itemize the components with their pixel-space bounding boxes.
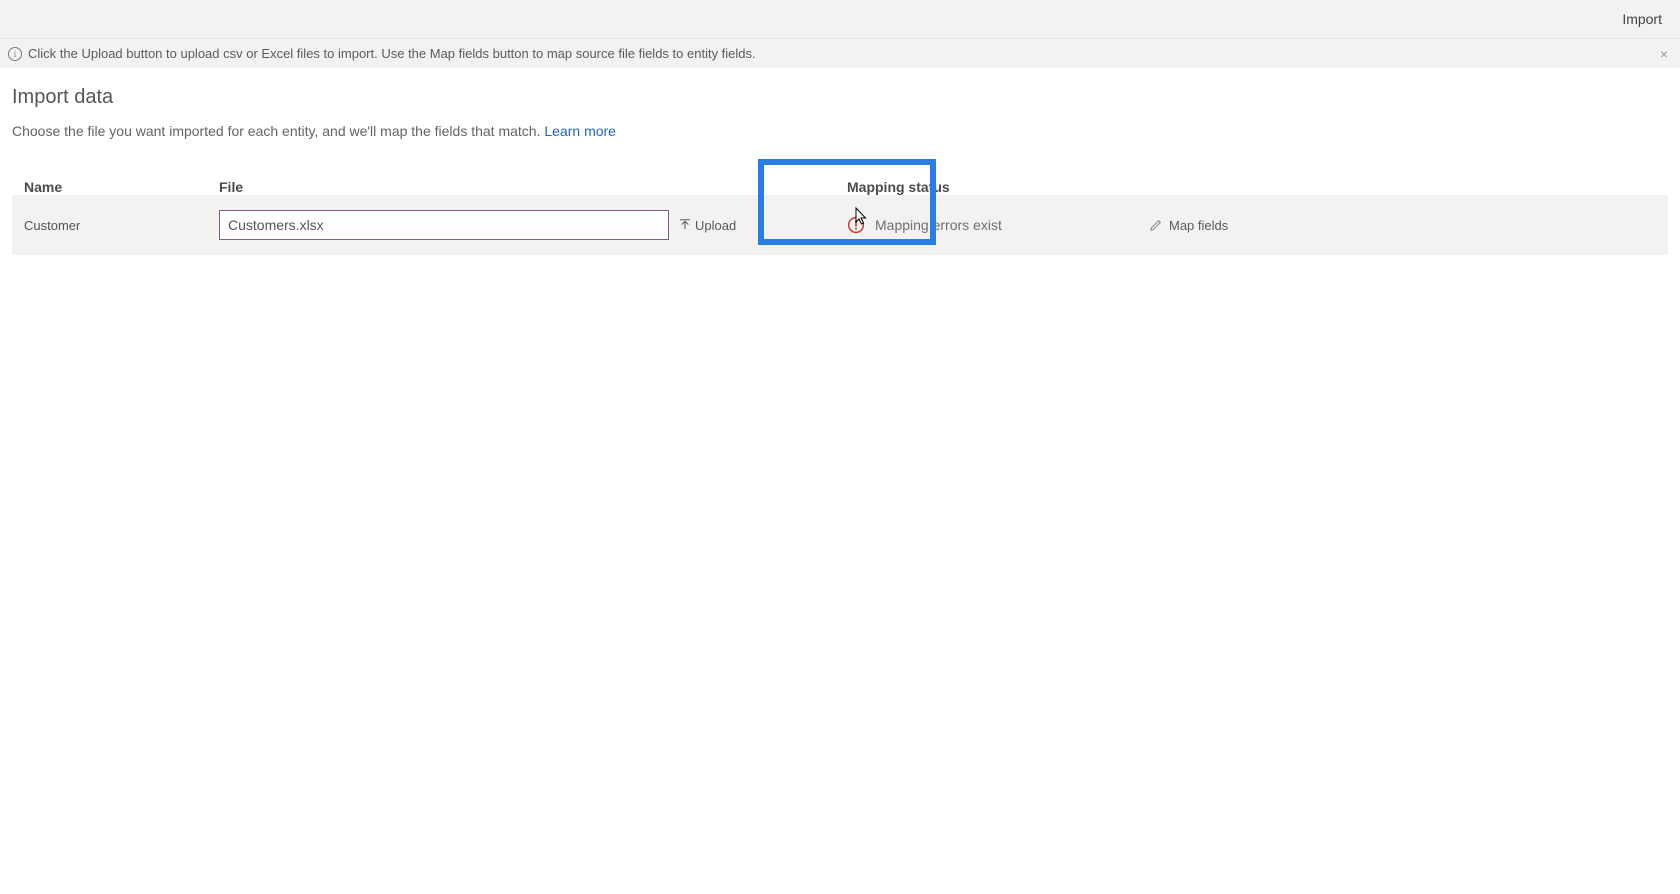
file-input[interactable]: [219, 210, 669, 240]
map-fields-label: Map fields: [1169, 218, 1228, 233]
col-status: Mapping status: [829, 179, 1119, 195]
page-lead: Choose the file you want imported for ea…: [12, 123, 1668, 139]
upload-button[interactable]: Upload: [679, 218, 829, 233]
mapping-status-text: Mapping errors exist: [875, 217, 1002, 233]
info-banner: i Click the Upload button to upload csv …: [0, 38, 1680, 68]
command-bar: Import: [0, 0, 1680, 38]
edit-icon: [1149, 218, 1163, 232]
entity-grid: Name File Mapping status Customer Upload: [12, 173, 1668, 255]
info-icon: i: [8, 47, 22, 61]
learn-more-link[interactable]: Learn more: [544, 123, 616, 139]
info-banner-text: Click the Upload button to upload csv or…: [28, 46, 756, 61]
entity-name: Customer: [24, 218, 219, 233]
import-command[interactable]: Import: [1622, 11, 1662, 27]
grid-body: Customer Upload: [12, 195, 1668, 255]
map-fields-button[interactable]: Map fields: [1149, 218, 1349, 233]
page-title: Import data: [12, 86, 1668, 109]
col-name: Name: [24, 179, 219, 195]
col-file: File: [219, 179, 749, 195]
grid-header: Name File Mapping status: [12, 173, 1668, 197]
page-content: Import data Choose the file you want imp…: [0, 68, 1680, 255]
close-icon[interactable]: ×: [1660, 47, 1668, 61]
upload-label: Upload: [695, 218, 736, 233]
error-icon: [847, 216, 865, 234]
mapping-status: Mapping errors exist: [829, 216, 1119, 234]
table-row: Customer Upload: [12, 203, 1668, 247]
upload-icon: [679, 219, 691, 231]
page-lead-text: Choose the file you want imported for ea…: [12, 123, 544, 139]
